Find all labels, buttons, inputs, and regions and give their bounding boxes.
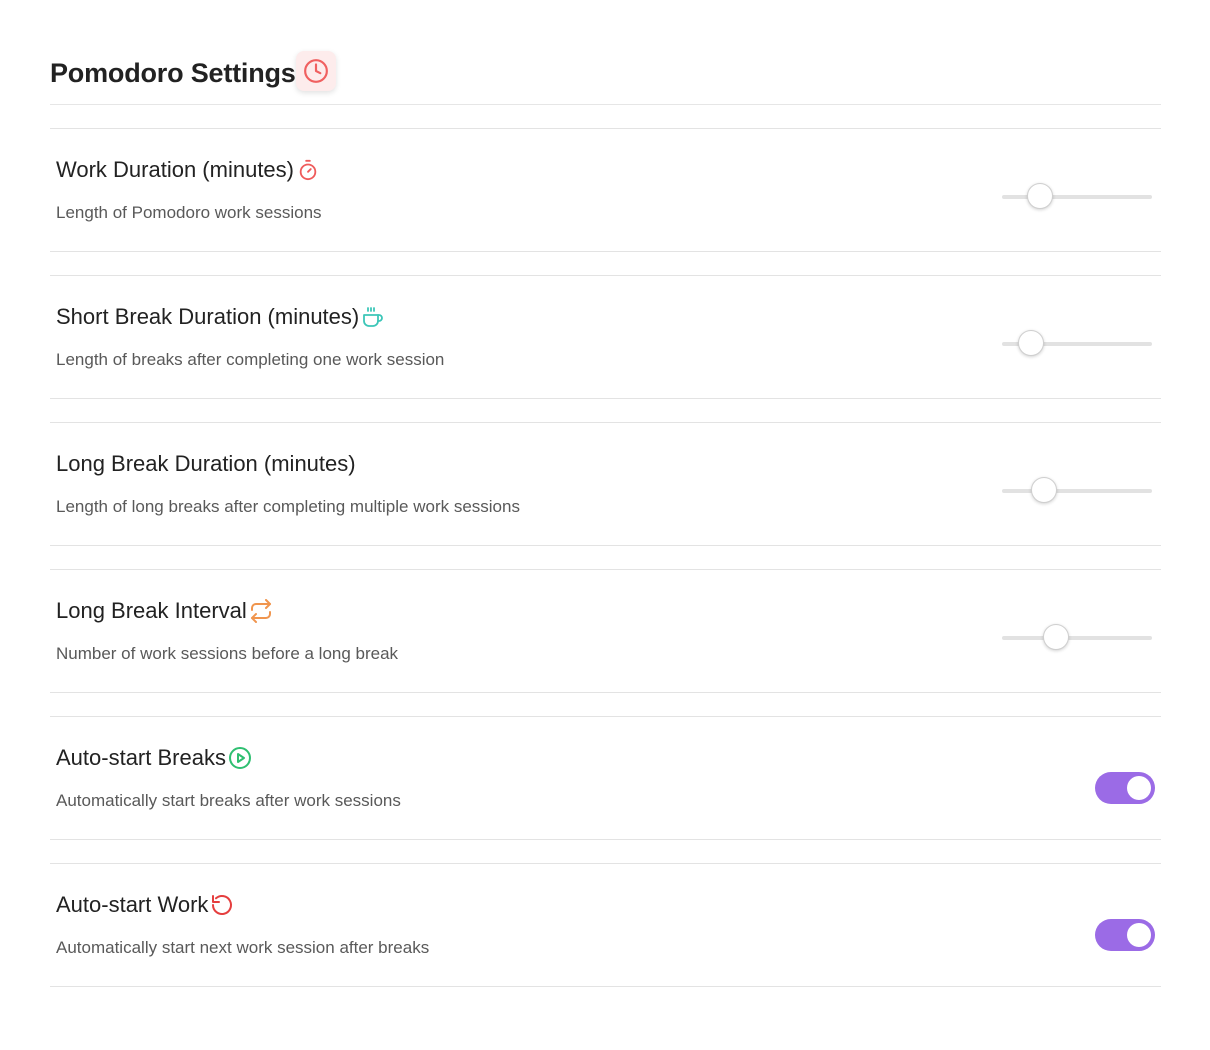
toggle-knob[interactable] [1127,776,1151,800]
setting-label-text: Long Break Duration (minutes) [56,451,356,476]
setting-label-auto-start-breaks: Auto-start Breaks [56,743,253,773]
setting-label-auto-start-work: Auto-start Work [56,890,235,920]
setting-row-auto-start-breaks: Auto-start Breaks Automatically start br… [50,716,1161,840]
setting-label-short-break: Short Break Duration (minutes) [56,302,386,332]
setting-label-long-break-interval: Long Break Interval [56,596,274,626]
setting-description: Automatically start next work session af… [56,938,430,957]
setting-label-text: Auto-start Work [56,892,209,917]
stopwatch-icon [295,157,321,183]
setting-row-short-break: Short Break Duration (minutes) Length of… [50,275,1161,399]
setting-description: Length of breaks after completing one wo… [56,350,445,369]
page-title-text: Pomodoro Settings [50,58,296,88]
short-break-slider[interactable] [1002,330,1152,356]
slider-thumb[interactable] [1026,183,1053,209]
setting-label-text: Short Break Duration (minutes) [56,304,360,329]
setting-description: Length of long breaks after completing m… [56,497,520,516]
toggle-knob[interactable] [1127,923,1151,947]
play-circle-icon [227,745,253,771]
setting-label-long-break: Long Break Duration (minutes) [56,449,356,479]
slider-thumb[interactable] [1043,624,1069,650]
work-duration-slider[interactable] [1002,183,1152,209]
auto-start-work-toggle[interactable] [1095,919,1155,951]
setting-row-long-break: Long Break Duration (minutes) Length of … [50,422,1161,546]
auto-start-breaks-toggle[interactable] [1095,772,1155,804]
setting-row-auto-start-work: Auto-start Work Automatically start next… [50,863,1161,987]
setting-label-work-duration: Work Duration (minutes) [56,155,321,185]
setting-row-work-duration: Work Duration (minutes) Length of Pomodo… [50,128,1161,252]
slider-thumb[interactable] [1017,330,1044,356]
setting-description: Number of work sessions before a long br… [56,644,399,663]
setting-description: Length of Pomodoro work sessions [56,203,322,222]
setting-label-text: Long Break Interval [56,598,247,623]
clock-icon [295,51,336,91]
setting-label-text: Work Duration (minutes) [56,157,294,182]
setting-row-long-break-interval: Long Break Interval Number of work sessi… [50,569,1161,693]
setting-label-text: Auto-start Breaks [56,745,226,770]
slider-thumb[interactable] [1031,477,1057,503]
long-break-slider[interactable] [1002,477,1152,503]
repeat-icon [248,598,274,624]
page-title: Pomodoro Settings [50,51,336,91]
setting-description: Automatically start breaks after work se… [56,791,401,810]
restart-icon [209,892,235,918]
settings-header: Pomodoro Settings [50,0,1161,105]
settings-panel: Pomodoro Settings Work Duration (minutes… [50,0,1161,987]
coffee-cup-icon [360,304,386,330]
long-break-interval-slider[interactable] [1002,624,1152,650]
